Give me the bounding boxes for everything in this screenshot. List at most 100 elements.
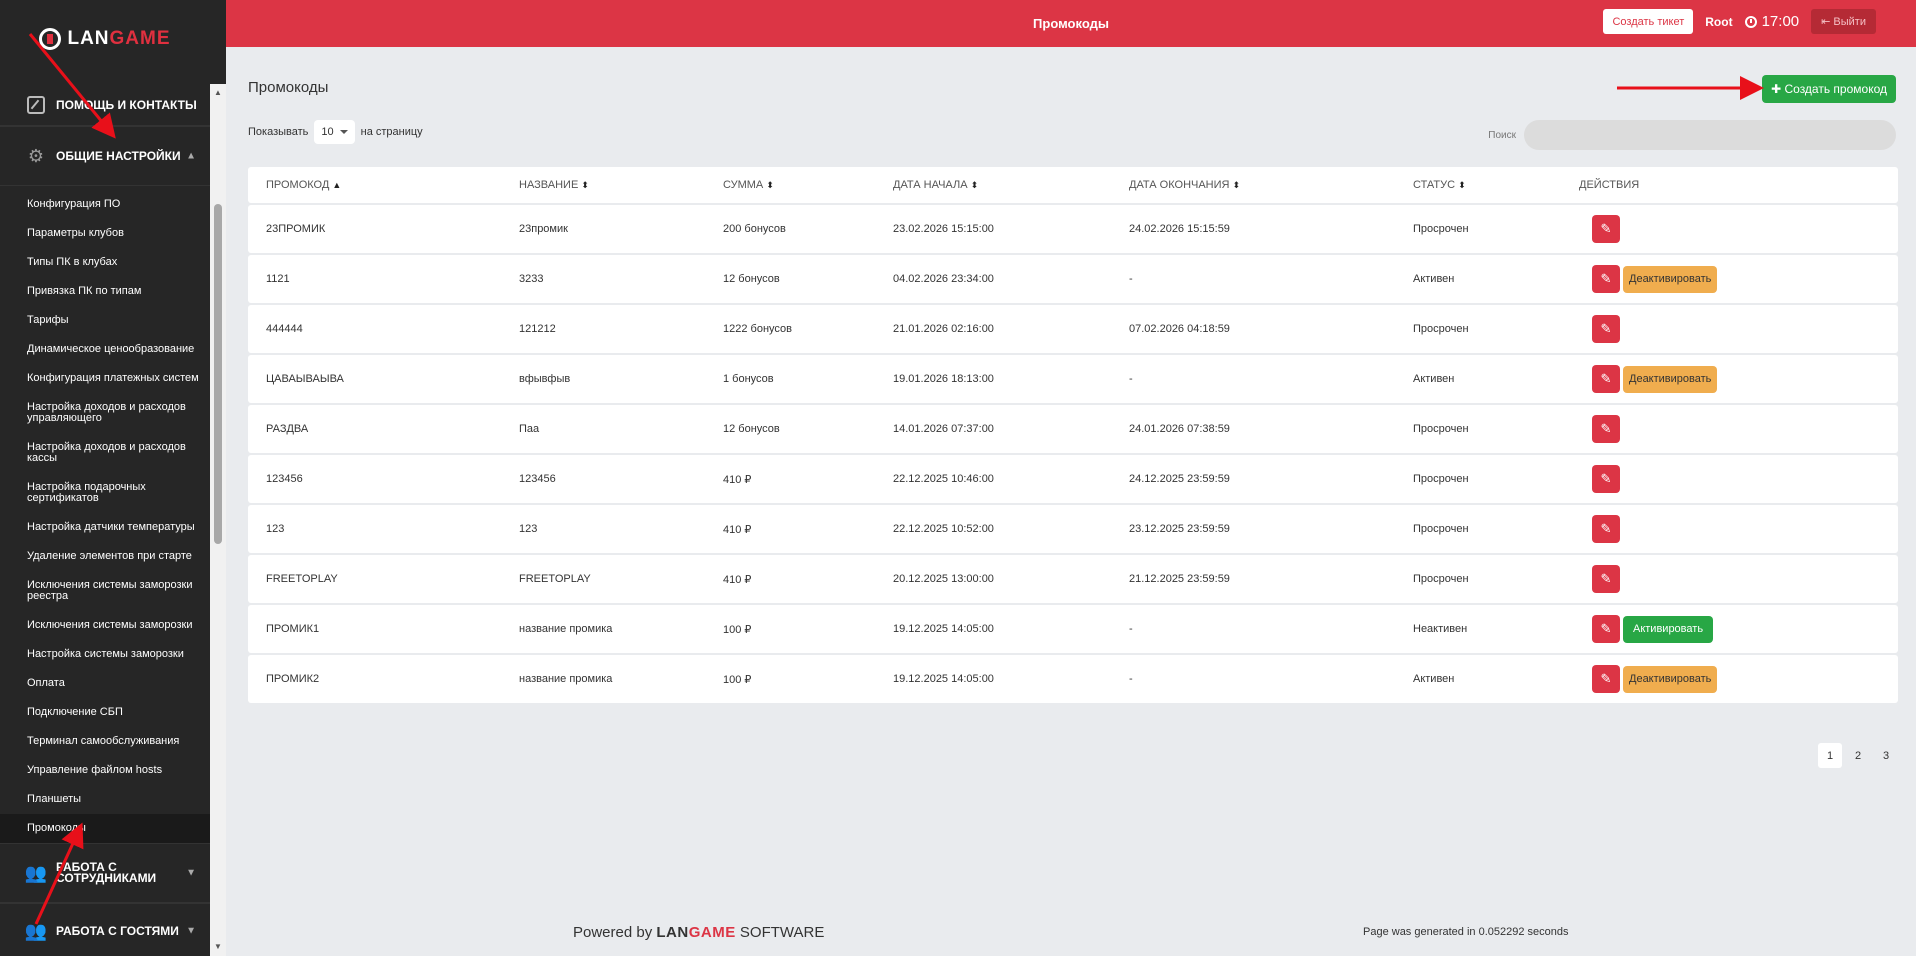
topbar: Промокоды Создать тикет Root 17:00 ⇤ Вый… [226,0,1916,47]
cell-status: Активен [1413,373,1455,385]
sidebar-section-help[interactable]: ПОМОЩЬ И КОНТАКТЫ [0,84,210,126]
sidebar-item[interactable]: Планшеты [0,785,210,814]
col-header-start[interactable]: ДАТА НАЧАЛА ⬍ [893,167,978,203]
cell-status: Просрочен [1413,473,1469,485]
sidebar-item[interactable]: Динамическое ценообразование [0,335,210,364]
cell-start: 19.12.2025 14:05:00 [893,623,994,635]
edit-button[interactable]: ✎ [1592,215,1620,243]
col-header-end[interactable]: ДАТА ОКОНЧАНИЯ ⬍ [1129,167,1240,203]
scroll-down-icon[interactable]: ▼ [210,940,226,954]
edit-button[interactable]: ✎ [1592,515,1620,543]
page-link[interactable]: 2 [1846,743,1870,768]
sidebar-item-label: Промокоды [27,822,86,834]
page-link[interactable]: 1 [1818,743,1842,768]
sidebar-item[interactable]: Типы ПК в клубах [0,248,210,277]
search-input[interactable] [1524,120,1896,150]
col-header-name[interactable]: НАЗВАНИЕ ⬍ [519,167,589,203]
deactivate-button[interactable]: Деактивировать [1623,365,1718,393]
search-box: Поиск [1488,120,1896,150]
sidebar-item-label: Конфигурация ПО [27,198,121,210]
page-size-select[interactable]: 10 [314,120,355,144]
logout-icon: ⇤ [1821,16,1831,28]
chevron-up-icon: ▲ [186,150,196,162]
sidebar-item[interactable]: Привязка ПК по типам [0,277,210,306]
sidebar-item-label: Настройка системы заморозки [27,648,184,660]
col-header-code[interactable]: ПРОМОКОД ▲ [266,167,341,203]
edit-button[interactable]: ✎ [1592,565,1620,593]
edit-button[interactable]: ✎ [1592,365,1620,393]
footer: Powered by LANGAME SOFTWARE Page was gen… [226,902,1916,956]
sidebar-section-guests[interactable]: 👥 РАБОТА С ГОСТЯМИ ▼ [0,903,210,956]
cell-status: Просрочен [1413,523,1469,535]
sidebar-item[interactable]: Исключения системы заморозки [0,611,210,640]
col-header-sum[interactable]: СУММА ⬍ [723,167,774,203]
sidebar-item[interactable]: Промокоды [0,814,210,843]
create-promocode-button[interactable]: ✚ Создать промокод [1762,75,1896,103]
sidebar-item[interactable]: Настройка подарочных сертификатов [0,473,210,513]
logout-button[interactable]: ⇤ Выйти [1811,9,1876,34]
footer-brand: LANGAME [656,924,736,941]
sidebar-section-general-settings[interactable]: ⚙ ОБЩИЕ НАСТРОЙКИ ▲ [0,126,210,186]
create-ticket-button[interactable]: Создать тикет [1603,9,1694,34]
sort-asc-icon: ▲ [332,180,342,190]
scroll-up-icon[interactable]: ▲ [210,86,226,100]
sidebar-item[interactable]: Настройка доходов и расходов управляющег… [0,393,210,433]
sidebar-item[interactable]: Настройка датчики температуры [0,513,210,542]
cell-sum: 1 бонусов [723,373,774,385]
sidebar-item[interactable]: Подключение СБП [0,698,210,727]
cell-actions: ✎ [1592,555,1620,603]
cell-status: Активен [1413,673,1455,685]
cell-start: 22.12.2025 10:46:00 [893,473,994,485]
cell-sum: 410 ₽ [723,573,752,586]
cell-start: 21.01.2026 02:16:00 [893,323,994,335]
table-row: 1121 3233 12 бонусов 04.02.2026 23:34:00 - Ак… [248,255,1898,303]
scroll-thumb[interactable] [214,204,222,544]
clock-icon [1744,15,1757,28]
edit-button[interactable]: ✎ [1592,465,1620,493]
sidebar-item[interactable]: Настройка доходов и расходов кассы [0,433,210,473]
table-row: FREETOPLAY FREETOPLAY 410 ₽ 20.12.2025 13:0… [248,555,1898,603]
logo-icon [39,28,62,50]
edit-button[interactable]: ✎ [1592,415,1620,443]
col-header-status[interactable]: СТАТУС ⬍ [1413,167,1466,203]
cell-code: 444444 [266,323,303,335]
cell-name: название промика [519,673,613,685]
sidebar-section-label: РАБОТА С ГОСТЯМИ [56,924,179,938]
edit-button[interactable]: ✎ [1592,315,1620,343]
edit-button[interactable]: ✎ [1592,265,1620,293]
logo[interactable]: LANGAME [0,0,210,84]
sidebar-section-staff[interactable]: 👥 РАБОТА С СОТРУДНИКАМИ ▼ [0,843,210,903]
cell-name: 3233 [519,273,544,285]
sidebar-item[interactable]: Управление файлом hosts [0,756,210,785]
sidebar-item[interactable]: Тарифы [0,306,210,335]
cell-end: - [1129,623,1133,635]
cell-sum: 100 ₽ [723,623,752,636]
sidebar-item[interactable]: Конфигурация платежных систем [0,364,210,393]
sidebar: LANGAME ПОМОЩЬ И КОНТАКТЫ ⚙ ОБЩИЕ НАСТРО… [0,0,226,956]
sidebar-scrollbar[interactable]: ▲ ▼ [210,84,226,956]
deactivate-button[interactable]: Деактивировать [1623,665,1718,693]
activate-button[interactable]: Активировать [1623,615,1714,643]
per-page-label: на страницу [360,126,423,138]
page-link[interactable]: 3 [1874,743,1898,768]
cell-end: - [1129,273,1133,285]
edit-button[interactable]: ✎ [1592,665,1620,693]
sidebar-item[interactable]: Параметры клубов [0,219,210,248]
gear-icon: ⚙ [27,145,45,166]
sidebar-item[interactable]: Исключения системы заморозки реестра [0,571,210,611]
powered-by: Powered by LANGAME SOFTWARE [573,924,825,941]
cell-actions: ✎ [1592,455,1620,503]
sidebar-item[interactable]: Терминал самообслуживания [0,727,210,756]
deactivate-button[interactable]: Деактивировать [1623,265,1718,293]
sidebar-item[interactable]: Оплата [0,669,210,698]
sidebar-item[interactable]: Удаление элементов при старте [0,542,210,571]
cell-end: 24.12.2025 23:59:59 [1129,473,1230,485]
show-label: Показывать [248,126,309,138]
generation-time: Page was generated in 0.052292 seconds [1363,926,1569,938]
sidebar-item[interactable]: Настройка системы заморозки [0,640,210,669]
cell-actions: ✎ Деактивировать [1592,355,1718,403]
sidebar-item[interactable]: Конфигурация ПО [0,190,210,219]
pencil-icon: ✎ [1600,271,1612,286]
user-name[interactable]: Root [1705,15,1732,29]
edit-button[interactable]: ✎ [1592,615,1620,643]
